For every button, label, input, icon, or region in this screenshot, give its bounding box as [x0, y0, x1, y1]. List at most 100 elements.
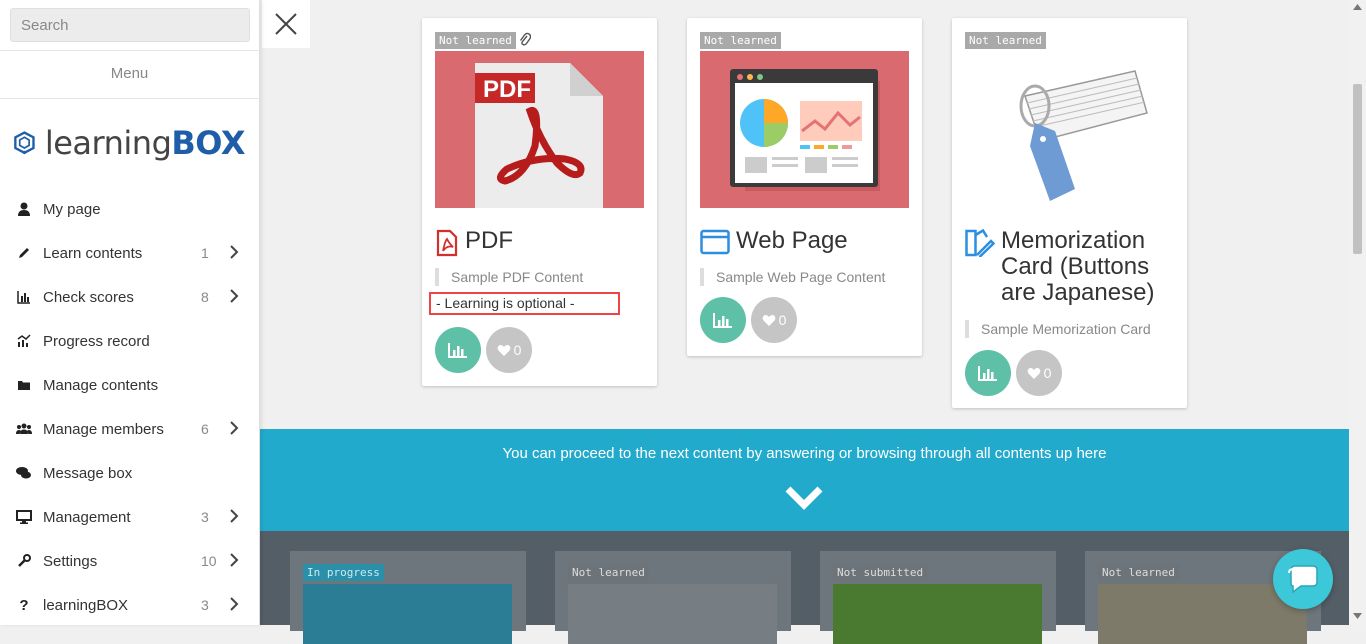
chevron-right-icon [229, 419, 243, 440]
user-icon [16, 201, 32, 217]
sidebar-item-count: 10 [201, 553, 217, 569]
chevron-right-icon [229, 595, 243, 616]
bar-chart-icon [978, 366, 997, 381]
card-description: Sample Web Page Content [700, 268, 885, 286]
sidebar-item-check-scores[interactable]: Check scores 8 [0, 275, 259, 319]
learningbox-logo-icon [14, 131, 35, 155]
status-badge: In progress [303, 564, 384, 581]
status-badge: Not learned [1098, 564, 1179, 581]
chevron-right-icon [229, 243, 243, 264]
sidebar-item-label: Learn contents [43, 244, 143, 262]
like-count: 0 [778, 312, 787, 328]
sidebar-item-learn-contents[interactable]: Learn contents 1 [0, 231, 259, 275]
paperclip-icon [519, 32, 532, 53]
like-count: 0 [1043, 365, 1052, 381]
logo-text: learningBOX [44, 124, 246, 162]
sidebar-item-manage-contents[interactable]: Manage contents [0, 363, 259, 407]
card-title[interactable]: PDF [435, 228, 513, 263]
chat-support-button[interactable] [1273, 549, 1333, 609]
scroll-up-icon[interactable] [1353, 4, 1362, 10]
like-count: 0 [513, 342, 522, 358]
menu-title: Menu [0, 51, 259, 99]
browser-window-icon [700, 229, 730, 261]
content-thumbnail [303, 584, 512, 644]
sidebar-item-settings[interactable]: Settings 10 [0, 539, 259, 583]
sidebar-item-message-box[interactable]: Message box [0, 451, 259, 495]
card-description: Sample PDF Content [435, 268, 583, 286]
bar-chart-icon [16, 289, 32, 305]
status-badge: Not learned [568, 564, 649, 581]
optional-note: - Learning is optional - [429, 292, 620, 315]
folder-icon [16, 377, 32, 393]
card-title[interactable]: Memorization Card (Buttons are Japanese) [965, 228, 1175, 306]
status-badge: Not submitted [833, 564, 928, 581]
monitor-icon [16, 509, 32, 525]
locked-content-card: In progress [290, 551, 526, 644]
sidebar-item-my-page[interactable]: My page [0, 187, 259, 231]
sidebar-item-count: 1 [201, 245, 209, 261]
sidebar-item-manage-members[interactable]: Manage members 6 [0, 407, 259, 451]
sidebar-item-count: 8 [201, 289, 209, 305]
users-icon [16, 421, 32, 437]
card-title[interactable]: Web Page [700, 228, 848, 261]
content-thumbnail [833, 584, 1042, 644]
scroll-down-icon[interactable] [1353, 613, 1362, 619]
memorization-card-thumbnail [965, 51, 1174, 208]
locked-content-card: Not submitted [820, 551, 1056, 644]
stats-button[interactable] [700, 297, 746, 343]
card-description: Sample Memorization Card [965, 320, 1151, 338]
logo-text-learning: learning [44, 124, 172, 162]
sidebar-item-count: 3 [201, 509, 209, 525]
sidebar-item-progress-record[interactable]: Progress record [0, 319, 259, 363]
sidebar-item-label: Management [43, 508, 131, 526]
content-card-pdf[interactable]: Not learned PDF PDF Sample PDF Content -… [422, 18, 657, 386]
content-card-memorization[interactable]: Not learned Memorization Card (Buttons a… [952, 18, 1187, 408]
search-input[interactable] [10, 8, 250, 42]
svg-text:PDF: PDF [483, 76, 531, 103]
card-title-text: Memorization Card (Buttons are Japanese) [1001, 227, 1155, 306]
chat-bubbles-icon [16, 465, 32, 481]
locked-content-card: Not learned [555, 551, 791, 644]
banner-text: You can proceed to the next content by a… [502, 445, 1107, 462]
sidebar-item-label: Progress record [43, 332, 150, 350]
card-title-text: Web Page [736, 227, 848, 254]
sidebar-item-label: Manage members [43, 420, 164, 438]
web-page-thumbnail [700, 51, 909, 208]
close-button[interactable] [262, 0, 310, 48]
logo[interactable]: learningBOX [0, 99, 259, 187]
pdf-file-icon [435, 229, 459, 263]
chevron-down-icon[interactable] [784, 485, 824, 516]
stats-button[interactable] [435, 327, 481, 373]
next-content-banner: You can proceed to the next content by a… [260, 429, 1349, 531]
chevron-right-icon [229, 507, 243, 528]
logo-text-box: BOX [171, 124, 245, 162]
page-scrollbar[interactable] [1349, 0, 1366, 625]
memorization-card-icon [965, 228, 996, 263]
like-button[interactable]: 0 [1016, 350, 1062, 396]
heart-icon [762, 314, 775, 326]
status-badge: Not learned [965, 32, 1046, 49]
search-container [0, 0, 259, 51]
wrench-icon [16, 553, 32, 569]
sidebar-item-label: Settings [43, 552, 98, 570]
heart-icon [497, 344, 510, 356]
scrollbar-thumb[interactable] [1353, 84, 1362, 254]
like-button[interactable]: 0 [751, 297, 797, 343]
sidebar: Menu learningBOX My page Learn contents … [0, 0, 260, 625]
heart-icon [1027, 367, 1040, 379]
question-icon: ? [19, 596, 29, 614]
like-button[interactable]: 0 [486, 327, 532, 373]
card-title-text: PDF [465, 227, 513, 254]
sidebar-item-count: 3 [201, 597, 209, 613]
sidebar-item-learningbox[interactable]: ? learningBOX 3 [0, 583, 259, 625]
sidebar-item-management[interactable]: Management 3 [0, 495, 259, 539]
stats-button[interactable] [965, 350, 1011, 396]
close-icon [275, 13, 297, 35]
content-thumbnail [568, 584, 777, 644]
sidebar-item-label: learningBOX [43, 596, 129, 614]
content-card-web-page[interactable]: Not learned Web Page Sample Web Page Con… [687, 18, 922, 356]
sidebar-item-label: My page [43, 200, 101, 218]
sidebar-item-label: Message box [43, 464, 133, 482]
sidebar-item-label: Check scores [43, 288, 134, 306]
pencil-icon [16, 245, 32, 261]
